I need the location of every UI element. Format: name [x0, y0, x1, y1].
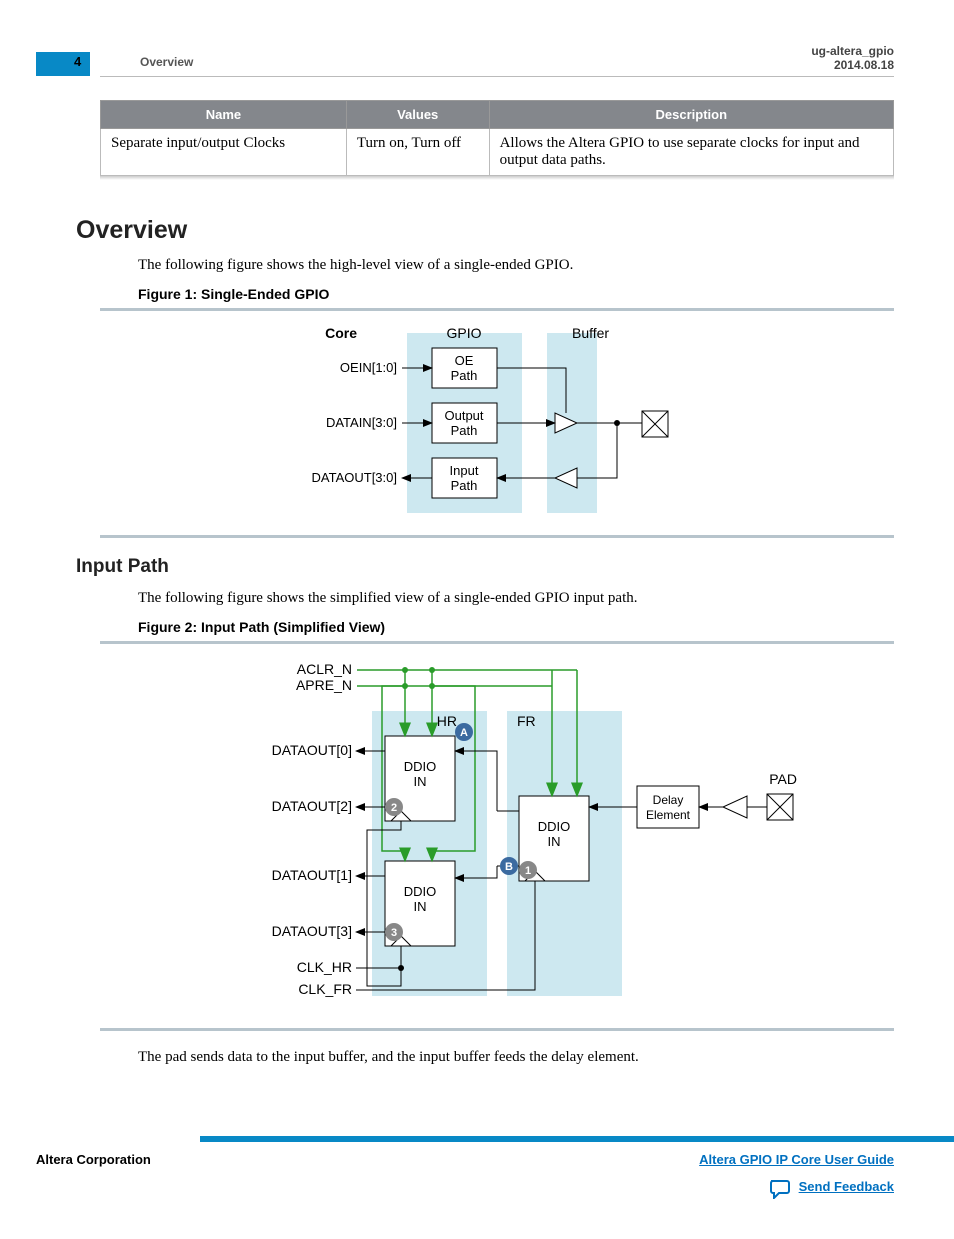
- header-divider: [100, 76, 894, 77]
- figure-1-caption: Figure 1: Single-Ended GPIO: [138, 286, 894, 302]
- ddio-bot-l1: DDIO: [404, 884, 437, 899]
- label-oein: OEIN[1:0]: [340, 360, 397, 375]
- cell-values: Turn on, Turn off: [346, 129, 489, 176]
- figure-1: Core GPIO Buffer OE Path Output Path Inp…: [100, 308, 894, 538]
- heading-overview: Overview: [76, 216, 894, 245]
- col-values: Values: [346, 101, 489, 129]
- page-tab: [36, 52, 90, 76]
- figure-2-caption: Figure 2: Input Path (Simplified View): [138, 619, 894, 635]
- ddio-top-l2: IN: [414, 774, 427, 789]
- block-out-label2: Path: [451, 423, 478, 438]
- input-buffer-icon: [723, 796, 747, 818]
- cell-description: Allows the Altera GPIO to use separate c…: [489, 129, 893, 176]
- breadcrumb: Overview: [140, 55, 193, 69]
- footer-bar: [200, 1136, 954, 1142]
- block-out-label1: Output: [444, 408, 483, 423]
- table-header: Name Values Description: [101, 101, 894, 129]
- label-apre: APRE_N: [296, 677, 352, 693]
- doc-date: 2014.08.18: [834, 58, 894, 72]
- label-do3: DATAOUT[3]: [272, 923, 352, 939]
- page-number: 4: [74, 54, 81, 69]
- doc-id: ug-altera_gpio: [811, 44, 894, 58]
- block-oe-label1: OE: [455, 353, 474, 368]
- badge-2: 2: [391, 802, 397, 814]
- cell-name: Separate input/output Clocks: [101, 129, 347, 176]
- footer-guide-link[interactable]: Altera GPIO IP Core User Guide: [699, 1152, 894, 1167]
- label-clkhr: CLK_HR: [297, 959, 352, 975]
- delay-l1: Delay: [653, 793, 684, 807]
- input-path-tail: The pad sends data to the input buffer, …: [138, 1049, 894, 1066]
- figure-2-svg: ACLR_N APRE_N HR FR PAD DDIO IN DDIO IN …: [157, 656, 837, 1016]
- page-footer: Altera Corporation Altera GPIO IP Core U…: [0, 1136, 954, 1239]
- figure-1-svg: Core GPIO Buffer OE Path Output Path Inp…: [217, 323, 777, 523]
- label-do1: DATAOUT[1]: [272, 867, 352, 883]
- send-feedback-link[interactable]: Send Feedback: [799, 1179, 894, 1199]
- label-core: Core: [325, 325, 357, 341]
- block-in-label1: Input: [450, 463, 479, 478]
- ddio-fr-l1: DDIO: [538, 819, 571, 834]
- heading-input-path: Input Path: [76, 556, 894, 578]
- block-oe-label2: Path: [451, 368, 478, 383]
- ddio-fr-l2: IN: [548, 834, 561, 849]
- label-dataout: DATAOUT[3:0]: [312, 470, 397, 485]
- figure-2: ACLR_N APRE_N HR FR PAD DDIO IN DDIO IN …: [100, 641, 894, 1031]
- label-buffer: Buffer: [572, 325, 609, 341]
- ddio-top-l1: DDIO: [404, 759, 437, 774]
- label-pad: PAD: [769, 771, 797, 787]
- table-row: Separate input/output Clocks Turn on, Tu…: [101, 129, 894, 176]
- badge-A: A: [460, 727, 468, 739]
- badge-B: B: [505, 861, 513, 873]
- table-shadow: [100, 176, 894, 180]
- badge-1: 1: [525, 865, 531, 877]
- label-gpio: GPIO: [446, 325, 481, 341]
- col-name: Name: [101, 101, 347, 129]
- badge-3: 3: [391, 927, 397, 939]
- block-in-label2: Path: [451, 478, 478, 493]
- parameter-table: Name Values Description Separate input/o…: [100, 100, 894, 176]
- label-do0: DATAOUT[0]: [272, 742, 352, 758]
- label-do2: DATAOUT[2]: [272, 798, 352, 814]
- label-hr: HR: [437, 713, 457, 729]
- label-fr: FR: [517, 713, 536, 729]
- overview-lead: The following figure shows the high-leve…: [138, 257, 894, 274]
- label-aclr: ACLR_N: [297, 661, 352, 677]
- input-path-lead: The following figure shows the simplifie…: [138, 590, 894, 607]
- delay-l2: Element: [646, 808, 691, 822]
- ddio-bot-l2: IN: [414, 899, 427, 914]
- page-content: Name Values Description Separate input/o…: [0, 100, 954, 1066]
- feedback-icon: [769, 1179, 791, 1199]
- label-datain: DATAIN[3:0]: [326, 415, 397, 430]
- page-header: 4 Overview ug-altera_gpio 2014.08.18: [0, 30, 954, 100]
- footer-corp: Altera Corporation: [36, 1152, 151, 1167]
- label-clkfr: CLK_FR: [298, 981, 352, 997]
- col-description: Description: [489, 101, 893, 129]
